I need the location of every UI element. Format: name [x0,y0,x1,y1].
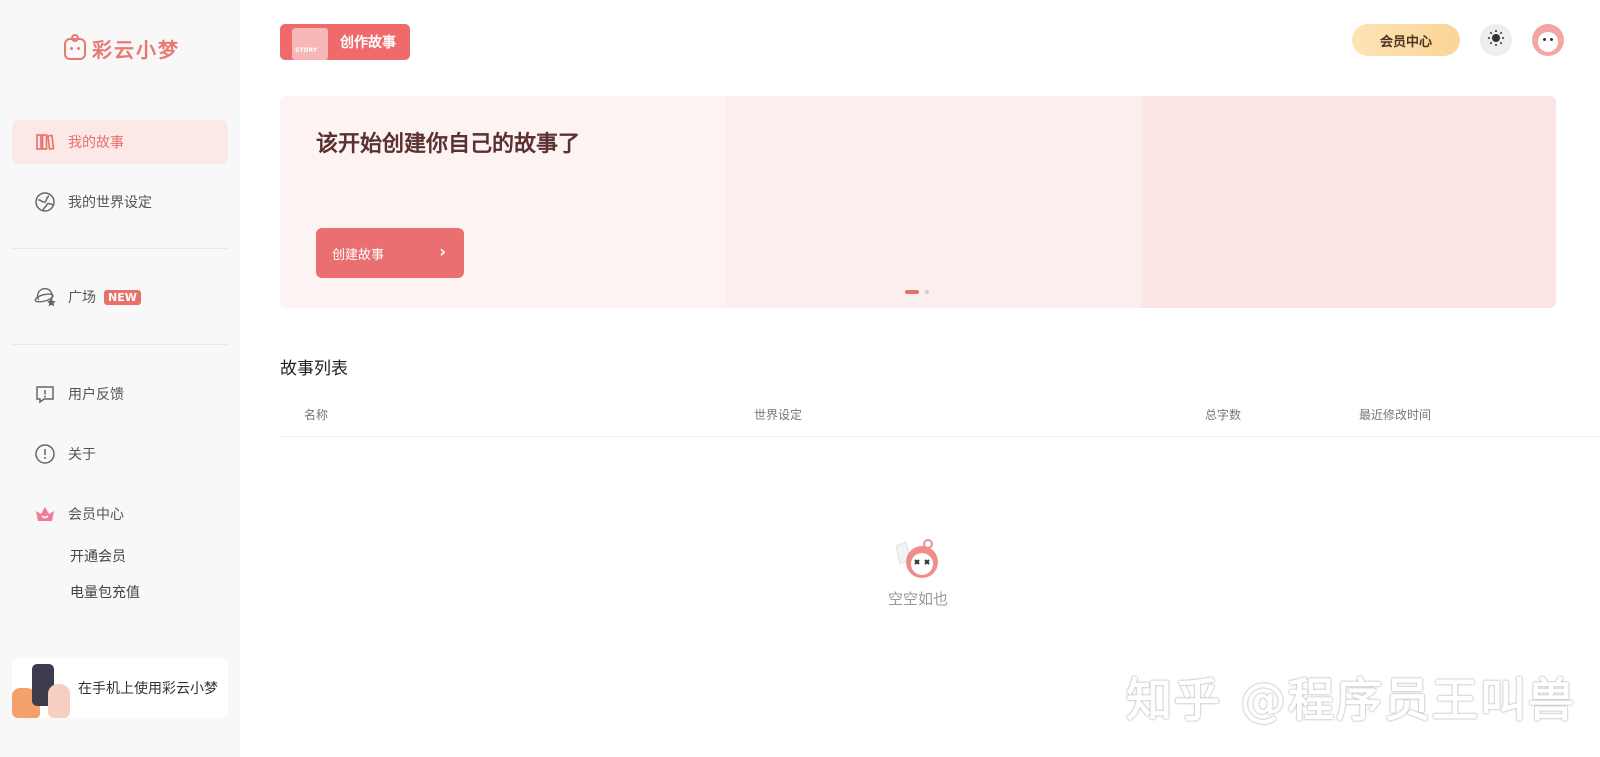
feedback-bubble-icon [34,383,56,405]
sidebar-item-plaza[interactable]: 广场 NEW [12,275,228,319]
banner-button-label: 创建故事 [332,247,385,263]
column-header-last-modified: 最近修改时间 [1359,408,1432,422]
sidebar-item-about[interactable]: 关于 [12,432,228,476]
sidebar-item-vip-center[interactable]: 会员中心 [12,492,228,536]
app-logo[interactable]: 彩云小梦 [64,33,180,63]
sidebar-divider [12,344,228,345]
new-badge: NEW [104,289,141,305]
sidebar-item-feedback[interactable]: 用户反馈 [12,372,228,416]
banner-create-story-button[interactable]: 创建故事 › [316,228,464,278]
sidebar-item-label: 我的世界设定 [68,195,152,211]
column-header-word-count: 总字数 [1205,408,1242,422]
column-header-name: 名称 [304,408,329,422]
logo-text: 彩云小梦 [92,38,180,62]
promo-banner: 该开始创建你自己的故事了 创建故事 › [280,96,1556,308]
create-story-label: 创作故事 [340,35,396,51]
info-circle-icon [34,443,56,465]
carousel-dots [905,290,929,294]
sidebar-item-label: 广场 [68,290,96,306]
sidebar-item-world-settings[interactable]: 我的世界设定 [12,180,228,224]
column-header-world-setting: 世界设定 [754,408,803,422]
planet-star-icon [34,286,56,308]
banner-title: 该开始创建你自己的故事了 [316,132,581,157]
globe-icon [34,191,56,213]
empty-state-text: 空空如也 [887,590,948,608]
sidebar: 彩云小梦 我的故事 我的世界设定 广场 NEW 用户反馈 关于 会员中心 开通会… [0,0,240,757]
sidebar-subitem-open-vip[interactable]: 开通会员 [70,546,126,566]
carousel-dot-1[interactable] [905,290,919,294]
empty-mascot-icon [892,538,944,582]
sidebar-subitem-power-pack[interactable]: 电量包充值 [70,582,140,602]
sidebar-item-label: 我的故事 [68,135,124,151]
carousel-dot-2[interactable] [925,290,929,294]
story-list-title: 故事列表 [280,359,350,380]
sidebar-item-label: 用户反馈 [68,387,124,403]
books-icon [34,131,56,153]
user-avatar[interactable] [1532,24,1564,56]
theme-toggle-button[interactable] [1480,24,1512,56]
chevron-right-icon: › [439,242,446,261]
sidebar-item-my-stories[interactable]: 我的故事 [12,120,228,164]
logo-mascot-icon [64,33,86,60]
story-box-icon: STORY [292,28,328,60]
sidebar-item-label: 关于 [68,447,96,463]
sun-icon [1487,29,1505,51]
vip-center-button[interactable]: 会员中心 [1352,24,1460,56]
finger-illustration [48,684,70,718]
table-header-divider [280,436,1600,437]
crown-icon [34,503,56,525]
promo-text: 在手机上使用彩云小梦 [78,681,218,697]
mobile-app-promo[interactable]: 在手机上使用彩云小梦 [12,658,228,718]
watermark: 知乎 @程序员王叫兽 [1126,673,1577,727]
create-story-button[interactable]: STORY 创作故事 [280,24,410,60]
sidebar-divider [12,248,228,249]
sidebar-item-label: 会员中心 [68,507,124,523]
